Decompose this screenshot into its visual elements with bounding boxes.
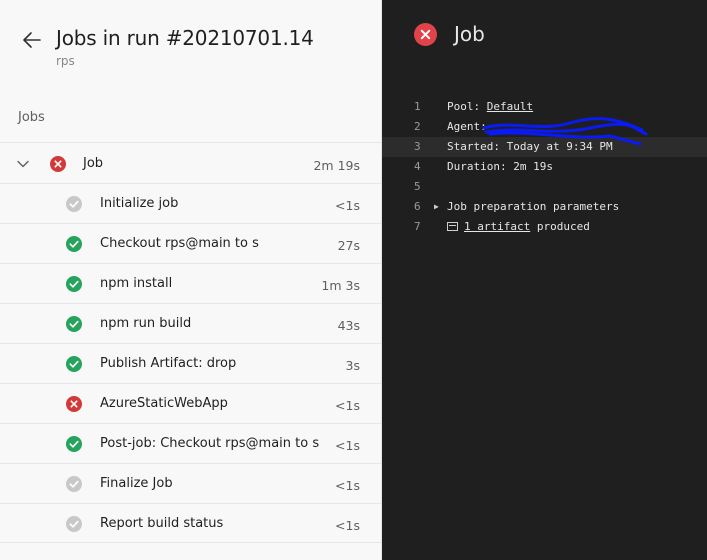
check-circle-gray-icon [66,476,82,492]
step-row[interactable]: npm install 1m 3s [0,263,381,303]
section-header-jobs: Jobs [18,110,45,125]
step-row[interactable]: Report build status <1s [0,503,381,543]
log-line: 4 Duration: 2m 19s [382,157,707,177]
triangle-right-icon[interactable]: ▶ [434,197,439,217]
line-number: 5 [414,180,421,193]
step-row[interactable]: Initialize job <1s [0,183,381,223]
check-circle-gray-icon [66,516,82,532]
check-circle-icon [66,276,82,292]
line-number: 3 [414,140,421,153]
step-label: npm install [100,276,173,291]
log-line: 6 ▶ Job preparation parameters [382,197,707,217]
check-circle-icon [66,316,82,332]
step-row[interactable]: npm run build 43s [0,303,381,343]
job-list: Job 2m 19s Initialize job <1s Checkout rps… [0,142,381,543]
log-suffix: produced [530,220,590,233]
step-label: Report build status [100,516,224,531]
check-circle-icon [66,236,82,252]
log-line: 7 1 artifact produced [382,217,707,237]
artifact-icon [447,221,458,231]
x-circle-icon [50,156,66,172]
page-title: Jobs in run #20210701.14 [56,26,314,50]
log-panel: Job 1 Pool: Default 2 Agent: 3 Started: Toda… [382,0,707,560]
log-title: Job [454,22,485,46]
chevron-down-icon[interactable] [16,157,30,171]
log-link[interactable]: Default [487,100,533,113]
line-number: 6 [414,200,421,213]
redaction-scribble [482,117,648,146]
step-duration: 27s [337,238,360,253]
step-duration: <1s [335,518,360,533]
arrow-left-icon[interactable] [20,28,44,52]
step-label: npm run build [100,316,192,331]
line-number: 4 [414,160,421,173]
step-duration: <1s [335,478,360,493]
log-text: Duration: 2m 19s [447,157,553,177]
log-prefix: Pool: [447,100,487,113]
x-circle-icon [414,23,437,46]
log-prefix: Duration: 2m 19s [447,160,553,173]
step-label: Initialize job [100,196,179,211]
log-text: Job preparation parameters [447,197,619,217]
log-text: 1 artifact produced [447,217,590,237]
jobs-panel: Jobs in run #20210701.14 rps Jobs Job 2m… [0,0,382,560]
line-number: 1 [414,100,421,113]
step-row[interactable]: Checkout rps@main to s 27s [0,223,381,263]
step-duration: 1m 3s [321,278,360,293]
step-duration: 3s [345,358,360,373]
step-label: Finalize Job [100,476,173,491]
step-duration: <1s [335,198,360,213]
step-label: Checkout rps@main to s [100,236,259,251]
step-label: AzureStaticWebApp [100,396,228,411]
check-circle-icon [66,356,82,372]
step-label: Publish Artifact: drop [100,356,237,371]
step-row[interactable]: AzureStaticWebApp <1s [0,383,381,423]
line-number: 2 [414,120,421,133]
step-duration: <1s [335,438,360,453]
log-prefix: Job preparation parameters [447,200,620,213]
job-label: Job [83,156,104,171]
log-link[interactable]: 1 artifact [464,220,530,233]
line-number: 7 [414,220,421,233]
job-duration: 2m 19s [313,158,360,173]
step-label: Post-job: Checkout rps@main to s [100,436,320,451]
log-line: 5 [382,177,707,197]
step-row[interactable]: Finalize Job <1s [0,463,381,503]
job-row[interactable]: Job 2m 19s [0,142,381,183]
check-circle-icon [66,436,82,452]
x-circle-icon [66,396,82,412]
step-row[interactable]: Post-job: Checkout rps@main to s <1s [0,423,381,463]
check-circle-gray-icon [66,196,82,212]
step-duration: <1s [335,398,360,413]
step-row[interactable]: Publish Artifact: drop 3s [0,343,381,383]
pipeline-name: rps [56,54,75,68]
step-duration: 43s [337,318,360,333]
